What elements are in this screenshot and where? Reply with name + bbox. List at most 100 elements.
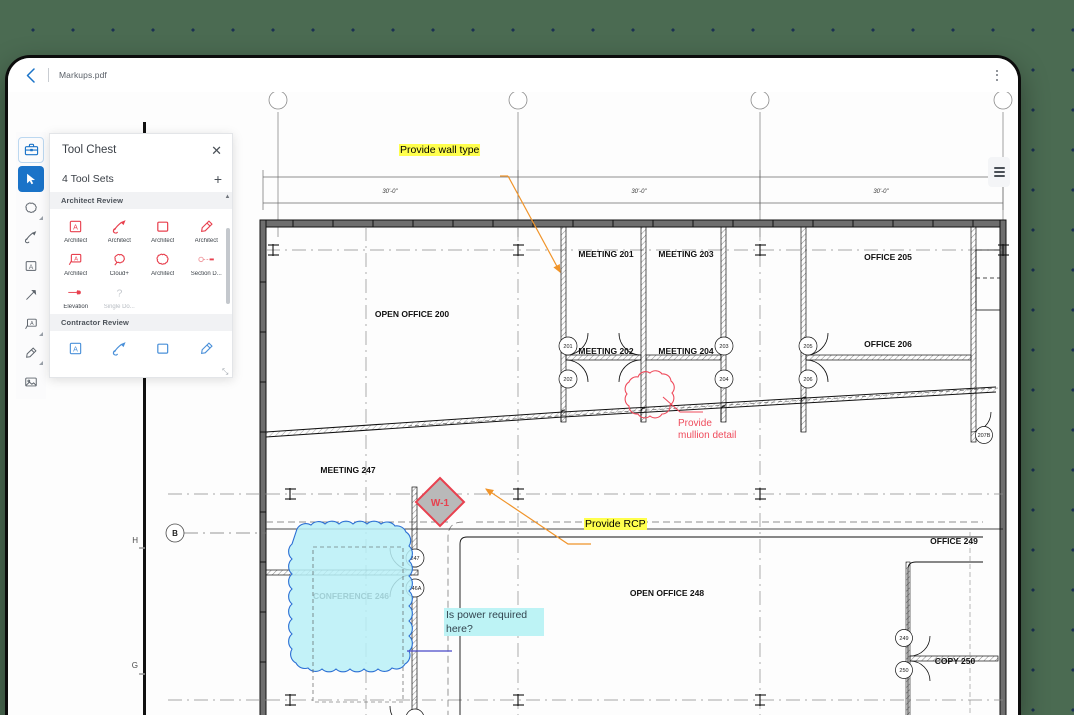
tool-item-label: Architect xyxy=(151,238,175,244)
cloud-plus-icon xyxy=(112,250,127,269)
wall-tag-w1-1: W-1 xyxy=(414,476,466,528)
tool-item-label: Elevation xyxy=(63,304,89,310)
svg-text:206: 206 xyxy=(803,377,812,383)
tool-sets-count: 4 Tool Sets xyxy=(62,173,114,185)
markup-text-provide-mullion-detail[interactable]: Provide mullion detail xyxy=(678,418,736,442)
callout-icon xyxy=(112,339,127,358)
tool-group-contractor-review[interactable]: Contractor Review xyxy=(50,314,232,331)
text-callout-icon: A xyxy=(68,250,83,269)
markup-text-is-power-required[interactable]: Is power required here? xyxy=(444,608,544,636)
svg-text:OFFICE 206: OFFICE 206 xyxy=(864,339,912,349)
tool-item-label: Architect xyxy=(64,271,88,277)
svg-text:?: ? xyxy=(116,288,122,299)
tool-group-architect-review[interactable]: Architect Review xyxy=(50,192,232,209)
elevation-icon xyxy=(67,283,84,302)
scroll-up-icon[interactable]: ▲ xyxy=(224,193,231,201)
svg-text:OFFICE 205: OFFICE 205 xyxy=(864,252,912,262)
tool-chest-header: Tool Chest ✕ xyxy=(50,134,232,166)
text-callout-icon[interactable]: A xyxy=(18,311,44,337)
svg-text:30'-0": 30'-0" xyxy=(873,189,889,195)
cloud-markup-icon[interactable] xyxy=(18,195,44,221)
svg-text:250: 250 xyxy=(899,668,908,674)
tool-item-architect-highlighter[interactable]: Architect xyxy=(185,215,229,246)
svg-text:201: 201 xyxy=(563,344,572,350)
svg-text:203: 203 xyxy=(719,344,728,350)
rectangle-icon xyxy=(155,217,170,236)
tool-item-label: Cloud+ xyxy=(109,271,129,277)
title-bar: Markups.pdf xyxy=(8,58,1018,92)
arrow-icon[interactable] xyxy=(18,282,44,308)
tool-item-single-door[interactable]: ? Single Do... xyxy=(98,281,142,312)
svg-text:202: 202 xyxy=(563,377,572,383)
svg-text:A: A xyxy=(74,257,78,263)
tool-chest-body: Architect Review A Architect Architect A… xyxy=(50,192,232,377)
highlighter-icon xyxy=(199,217,214,236)
tool-item-contractor-rectangle[interactable] xyxy=(141,337,185,362)
svg-text:A: A xyxy=(30,320,34,326)
svg-text:G: G xyxy=(132,661,138,670)
markup-text-provide-wall-type[interactable]: Provide wall type xyxy=(399,144,481,156)
svg-text:MEETING 204: MEETING 204 xyxy=(658,346,714,356)
markup-cloud-conference xyxy=(288,520,413,703)
boxed-a-icon: A xyxy=(68,339,83,358)
callout-icon xyxy=(112,217,127,236)
polygon-cloud-icon xyxy=(155,250,170,269)
textbox-icon[interactable]: A xyxy=(18,253,44,279)
tool-item-architect-rectangle[interactable]: Architect xyxy=(141,215,185,246)
tool-chest-scrollbar[interactable]: ▲ xyxy=(224,192,231,367)
tool-item-cloud-plus[interactable]: Cloud+ xyxy=(98,248,142,279)
section-detail-icon xyxy=(198,250,215,269)
svg-text:205: 205 xyxy=(803,344,812,350)
tool-item-architect-boxed-a[interactable]: A Architect xyxy=(54,215,98,246)
tool-item-architect-text-callout[interactable]: A Architect xyxy=(54,248,98,279)
svg-text:MEETING 203: MEETING 203 xyxy=(658,249,714,259)
markup-text-provide-rcp[interactable]: Provide RCP xyxy=(584,518,647,530)
tool-item-architect-callout[interactable]: Architect xyxy=(98,215,142,246)
svg-text:30'-0": 30'-0" xyxy=(382,189,398,195)
svg-text:OFFICE 249: OFFICE 249 xyxy=(930,536,978,546)
scrollbar-thumb[interactable] xyxy=(226,228,230,304)
app-window: Markups.pdf 30'-0" 30'-0" 30'-0" 201 202… xyxy=(8,58,1018,715)
svg-text:204: 204 xyxy=(719,377,728,383)
tool-item-label: Architect xyxy=(194,238,218,244)
svg-text:A: A xyxy=(73,224,78,232)
highlighter-icon[interactable] xyxy=(18,340,44,366)
tool-chest-subheader: 4 Tool Sets + xyxy=(50,166,232,192)
back-icon[interactable] xyxy=(22,67,38,83)
svg-text:A: A xyxy=(73,346,78,354)
tool-item-contractor-callout[interactable] xyxy=(98,337,142,362)
close-icon[interactable]: ✕ xyxy=(211,144,222,157)
tool-grid-architect-review: A Architect Architect Architect Architec… xyxy=(50,209,232,314)
image-icon[interactable] xyxy=(18,369,44,395)
tool-item-architect-polygon-cloud[interactable]: Architect xyxy=(141,248,185,279)
pdf-canvas[interactable]: 30'-0" 30'-0" 30'-0" 201 202 203 204 205… xyxy=(8,92,1018,715)
more-options-icon[interactable] xyxy=(990,65,1004,85)
svg-text:B: B xyxy=(172,529,178,538)
tool-chest-panel[interactable]: Tool Chest ✕ 4 Tool Sets + Architect Rev… xyxy=(49,133,233,378)
svg-text:30'-0": 30'-0" xyxy=(631,189,647,195)
callout-icon[interactable] xyxy=(18,224,44,250)
panel-menu-button[interactable] xyxy=(988,157,1010,187)
left-toolbar: A A xyxy=(16,132,46,399)
tool-item-contractor-highlighter[interactable] xyxy=(185,337,229,362)
svg-text:W-1: W-1 xyxy=(431,498,450,509)
toolbox-icon[interactable] xyxy=(18,136,44,163)
tool-item-elevation[interactable]: Elevation xyxy=(54,281,98,312)
svg-text:MEETING 202: MEETING 202 xyxy=(578,346,634,356)
panel-resize-handle[interactable]: ⤡ xyxy=(222,367,231,376)
tool-item-section-detail[interactable]: Section D... xyxy=(185,248,229,279)
tool-item-label: Architect xyxy=(107,238,131,244)
add-tool-set-icon[interactable]: + xyxy=(214,172,222,186)
svg-text:207B: 207B xyxy=(978,433,991,439)
tool-item-contractor-boxed-a[interactable]: A xyxy=(54,337,98,362)
tool-item-label: Architect xyxy=(64,238,88,244)
title-divider xyxy=(48,68,49,82)
svg-text:249: 249 xyxy=(899,636,908,642)
svg-text:COPY 250: COPY 250 xyxy=(935,656,976,666)
svg-text:MEETING 201: MEETING 201 xyxy=(578,249,634,259)
tool-chest-scroll-region[interactable]: Architect Review A Architect Architect A… xyxy=(50,192,232,377)
question-icon: ? xyxy=(112,283,127,302)
cursor-select-icon[interactable] xyxy=(18,165,44,192)
tool-item-label: Single Do... xyxy=(103,304,135,310)
boxed-a-icon: A xyxy=(68,217,83,236)
